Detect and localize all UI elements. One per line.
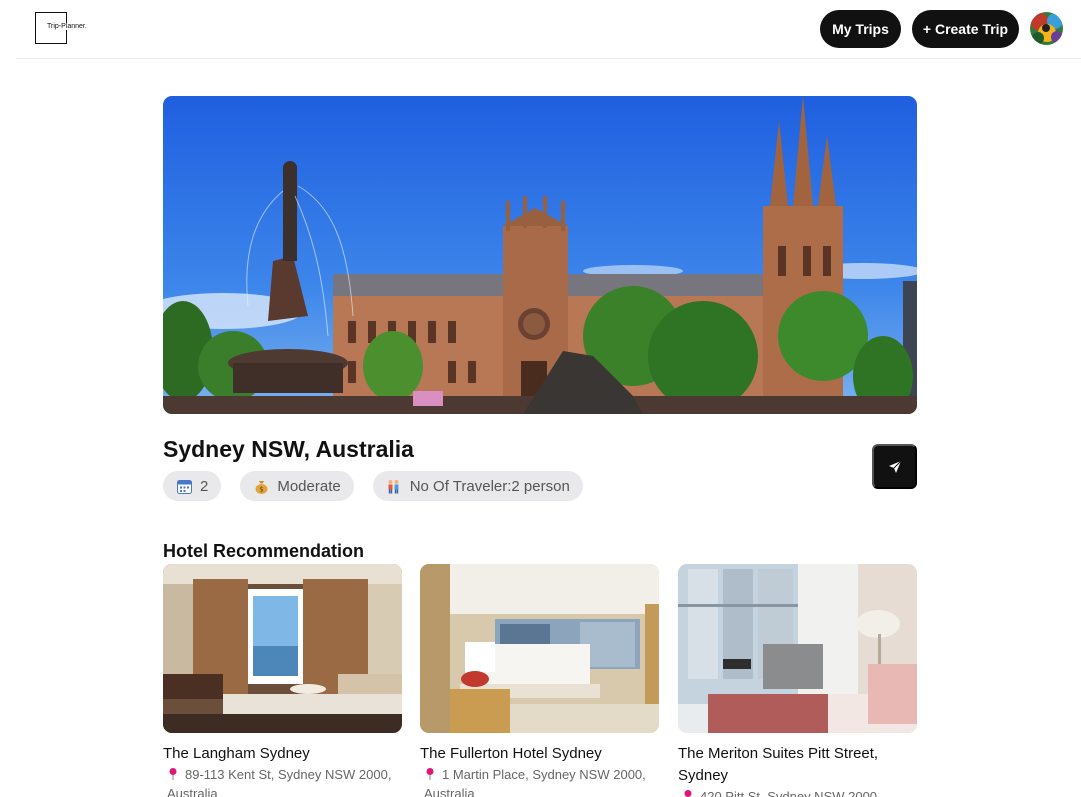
hotel-address: 89-113 Kent St, Sydney NSW 2000, Austral… [163, 765, 402, 797]
hotel-address: 1 Martin Place, Sydney NSW 2000, Austral… [420, 765, 659, 797]
header-divider [16, 58, 1081, 59]
destination-hero-image [163, 96, 917, 414]
hotel-image [678, 564, 917, 733]
trip-info-chips: 2 $ Moderate No Of Traveler:2 person [163, 471, 583, 501]
hotel-name: The Fullerton Hotel Sydney [420, 745, 602, 762]
budget-chip: $ Moderate [240, 471, 354, 501]
hotel-address-text: 420 Pitt St, Sydney NSW 2000 [700, 789, 878, 797]
hotel-address-text: 1 Martin Place, Sydney NSW 2000, Austral… [424, 767, 646, 797]
share-button[interactable] [872, 444, 917, 489]
my-trips-button[interactable]: My Trips [820, 10, 901, 48]
location-pin-icon [682, 789, 694, 797]
create-trip-button[interactable]: + Create Trip [912, 10, 1019, 48]
hotel-section-title: Hotel Recommendation [163, 541, 365, 561]
hotel-card[interactable]: The Meriton Suites Pitt Street, Sydney 4… [678, 564, 917, 797]
hotel-card[interactable]: The Fullerton Hotel Sydney 1 Martin Plac… [420, 564, 659, 797]
hotel-address-text: 89-113 Kent St, Sydney NSW 2000, Austral… [167, 767, 392, 797]
calendar-icon [176, 478, 192, 494]
destination-title: Sydney NSW, Australia [163, 436, 414, 462]
money-bag-icon: $ [253, 478, 269, 494]
send-icon [888, 460, 902, 474]
logo-text: Trip-Planner. [46, 23, 88, 30]
app-header: Trip-Planner. My Trips + Create Trip [0, 0, 1081, 60]
hotel-name: The Meriton Suites Pitt Street, Sydney [678, 745, 879, 784]
hotel-image [420, 564, 659, 733]
travelers-icon [386, 478, 402, 494]
hotel-address: 420 Pitt St, Sydney NSW 2000 [678, 787, 917, 797]
travelers-value: No Of Traveler:2 person [409, 477, 570, 495]
hotel-image [163, 564, 402, 733]
budget-value: Moderate [277, 477, 341, 495]
days-value: 2 [200, 477, 209, 495]
svg-text:$: $ [259, 485, 263, 493]
hotel-name: The Langham Sydney [163, 745, 310, 762]
user-avatar[interactable] [1030, 12, 1063, 45]
days-chip: 2 [163, 471, 222, 501]
location-pin-icon [424, 767, 436, 781]
hotel-card[interactable]: The Langham Sydney 89-113 Kent St, Sydne… [163, 564, 402, 797]
location-pin-icon [167, 767, 179, 781]
app-logo[interactable]: Trip-Planner. [35, 12, 95, 44]
travelers-chip: No Of Traveler:2 person [372, 471, 583, 501]
